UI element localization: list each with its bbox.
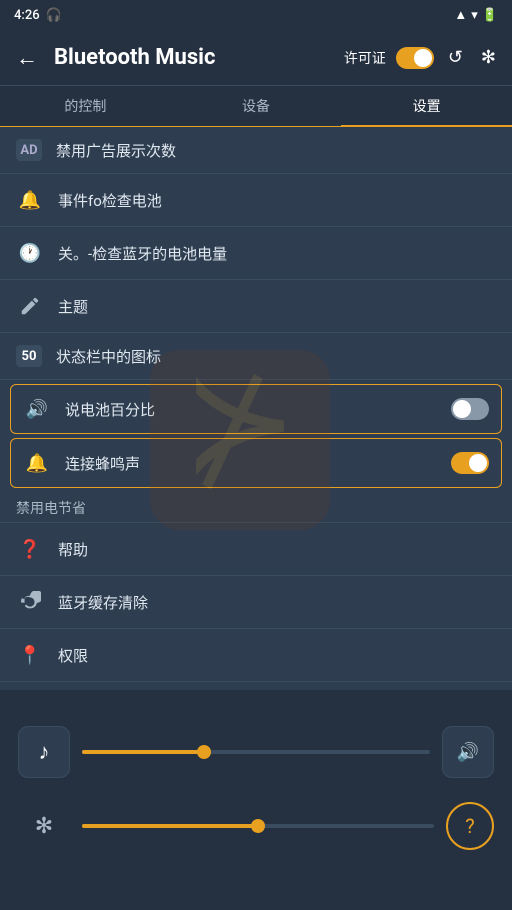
theme-icon xyxy=(16,292,44,320)
connect-beep-knob xyxy=(469,454,487,472)
permission-label: 权限 xyxy=(58,645,496,666)
bt-small-icon: ✻ xyxy=(18,814,70,839)
setting-battery-check[interactable]: 🕐 关。-检查蓝牙的电池电量 xyxy=(0,227,512,280)
music-note-icon: ♪ xyxy=(39,739,50,765)
setting-ads[interactable]: AD 禁用广告展示次数 xyxy=(0,127,512,174)
setting-statusbar[interactable]: 50 状态栏中的图标 xyxy=(0,333,512,380)
status-bar: 4:26 🎧 ▲ ▾ 🔋 xyxy=(0,0,512,30)
setting-permission[interactable]: 📍 权限 xyxy=(0,629,512,681)
setting-speak-battery[interactable]: 🔊 说电池百分比 xyxy=(10,384,502,434)
tab-control[interactable]: 的控制 xyxy=(0,86,171,126)
back-button[interactable]: ← xyxy=(12,41,42,75)
license-toggle-knob xyxy=(414,49,432,67)
connect-beep-label: 连接蜂鸣声 xyxy=(65,453,451,474)
top-actions: 许可证 ↺ ✻ xyxy=(344,43,500,72)
volume-row-1: ♪ 🔊 xyxy=(18,726,494,778)
volume-button[interactable]: 🔊 xyxy=(442,726,494,778)
tab-device[interactable]: 设备 xyxy=(171,86,342,126)
help-label: 帮助 xyxy=(58,539,496,560)
connect-beep-toggle[interactable] xyxy=(451,452,489,474)
speak-battery-label: 说电池百分比 xyxy=(65,399,451,420)
event-icon: 🔔 xyxy=(16,186,44,214)
setting-ads-label: 禁用广告展示次数 xyxy=(56,140,496,161)
top-bar: ← Bluetooth Music 许可证 ↺ ✻ xyxy=(0,30,512,86)
volume-slider-2[interactable] xyxy=(82,824,434,828)
license-toggle[interactable] xyxy=(396,47,434,69)
clear-cache-icon xyxy=(16,588,44,616)
battery-icon: 🔋 xyxy=(482,8,498,23)
status-headphone-icon: 🎧 xyxy=(46,8,62,23)
status-icons: ▲ ▾ 🔋 xyxy=(454,7,498,23)
statusbar-icon: 50 xyxy=(16,345,42,367)
battery-check-icon: 🕐 xyxy=(16,239,44,267)
volume-thumb-2 xyxy=(251,819,265,833)
status-time: 4:26 xyxy=(14,8,40,23)
setting-event[interactable]: 🔔 事件fo检查电池 xyxy=(0,174,512,227)
volume-row-2: ✻ ? xyxy=(18,802,494,850)
setting-battery-label: 关。-检查蓝牙的电池电量 xyxy=(58,243,496,264)
setting-connect-beep[interactable]: 🔔 连接蜂鸣声 xyxy=(10,438,502,488)
setting-help[interactable]: ❓ 帮助 xyxy=(0,523,512,576)
tab-settings[interactable]: 设置 xyxy=(341,86,512,126)
help-question-icon: ? xyxy=(465,814,474,838)
signal-icon: ▲ xyxy=(454,7,467,23)
disable-save-label: 禁用电节省 xyxy=(16,498,496,518)
refresh-button[interactable]: ↺ xyxy=(444,43,467,72)
bluetooth-icon[interactable]: ✻ xyxy=(477,43,500,72)
volume-fill-2 xyxy=(82,824,258,828)
setting-statusbar-label: 状态栏中的图标 xyxy=(56,346,496,367)
license-label: 许可证 xyxy=(344,48,386,68)
tab-bar: 的控制 设备 设置 xyxy=(0,86,512,127)
setting-clear-cache[interactable]: 蓝牙缓存清除 xyxy=(0,576,512,629)
wifi-icon: ▾ xyxy=(471,8,478,23)
setting-theme[interactable]: 主题 xyxy=(0,280,512,333)
speak-battery-knob xyxy=(453,400,471,418)
ads-icon: AD xyxy=(16,139,42,161)
clear-cache-label: 蓝牙缓存清除 xyxy=(58,592,496,613)
volume-fill-1 xyxy=(82,750,204,754)
setting-event-label: 事件fo检查电池 xyxy=(58,190,496,211)
speak-battery-icon: 🔊 xyxy=(23,395,51,423)
setting-theme-label: 主题 xyxy=(58,296,496,317)
music-button[interactable]: ♪ xyxy=(18,726,70,778)
connect-beep-icon: 🔔 xyxy=(23,449,51,477)
speak-battery-toggle[interactable] xyxy=(451,398,489,420)
volume-slider-1[interactable] xyxy=(82,750,430,754)
page-title: Bluetooth Music xyxy=(54,45,344,70)
help-button[interactable]: ? xyxy=(446,802,494,850)
player-area: ♪ 🔊 ✻ ? xyxy=(0,690,512,910)
permission-icon: 📍 xyxy=(16,641,44,669)
setting-disable-save[interactable]: 禁用电节省 xyxy=(0,492,512,523)
volume-thumb-1 xyxy=(197,745,211,759)
settings-list: AD 禁用广告展示次数 🔔 事件fo检查电池 🕐 关。-检查蓝牙的电池电量 主题… xyxy=(0,127,512,681)
help-icon: ❓ xyxy=(16,535,44,563)
speaker-icon: 🔊 xyxy=(457,742,479,763)
